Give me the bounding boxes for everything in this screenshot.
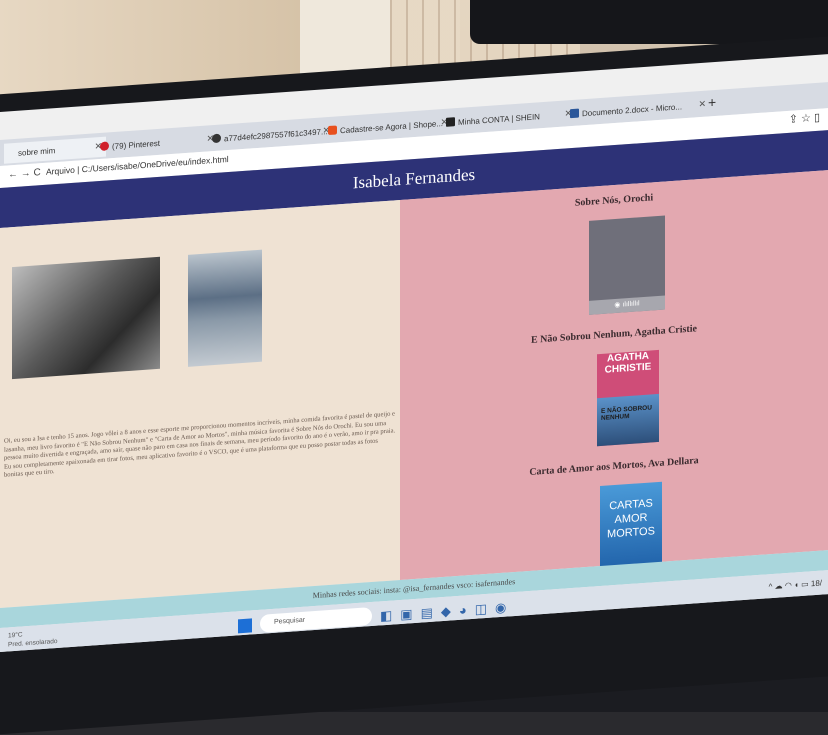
selfie-photo bbox=[12, 256, 160, 380]
tab-label: Cadastre-se Agora | Shope... bbox=[340, 118, 444, 135]
bio-text: Oi, eu sou a Isa e tenho 15 anos. Jogo v… bbox=[4, 410, 396, 480]
tab-label: (79) Pinterest bbox=[112, 138, 161, 151]
laptop-screen: sobre mim ✕ (79) Pinterest ✕ a77d4efc29875… bbox=[0, 54, 828, 653]
tab-label: a77d4efc2987557f61c3497... bbox=[224, 126, 328, 143]
cover-text: AGATHA CHRISTIE bbox=[604, 350, 652, 376]
pinterest-icon bbox=[100, 141, 109, 152]
cover-text: CARTAS AMOR MORTOS bbox=[607, 497, 655, 541]
tab-label: sobre mim bbox=[18, 145, 56, 158]
second-monitor bbox=[470, 0, 828, 44]
favorites-column: Sobre Nós, Orochi ◉ ılıllıllıl E Não Sob… bbox=[400, 170, 828, 581]
tab-label: Documento 2.docx - Micro... bbox=[582, 101, 683, 118]
book-title: E Não Sobrou Nenhum, Agatha Cristie bbox=[531, 323, 697, 346]
book-title: Carta de Amor aos Mortos, Ava Dellara bbox=[529, 455, 699, 478]
clock: 18/ bbox=[810, 578, 822, 589]
windows-start-icon[interactable] bbox=[238, 618, 252, 634]
weather-widget[interactable]: 19°C Pred. ensolarado bbox=[8, 628, 58, 649]
spotify-code-icon: ◉ ılıllıllıl bbox=[589, 295, 665, 315]
shein-icon bbox=[446, 117, 455, 127]
shopee-icon bbox=[328, 125, 337, 136]
word-icon bbox=[570, 108, 579, 119]
new-tab-button[interactable]: + bbox=[708, 94, 716, 111]
navigation-buttons[interactable]: ← → C bbox=[8, 167, 41, 180]
song-cover[interactable]: ◉ ılıllıllıl bbox=[589, 215, 665, 315]
cover-lower: E NÃO SOBROU NENHUM bbox=[597, 393, 659, 447]
page-title: Isabela Fernandes bbox=[352, 164, 476, 193]
tab-label: Minha CONTA | SHEIN bbox=[458, 111, 540, 127]
toolbar-icons[interactable]: ⇪ ☆ ▯ bbox=[789, 111, 820, 126]
web-icon bbox=[212, 133, 221, 144]
system-tray[interactable]: ^ ☁ ◠ ◖ ▭ 18/ bbox=[769, 579, 822, 592]
close-icon[interactable]: ✕ bbox=[698, 99, 706, 111]
cover-text: E NÃO SOBROU NENHUM bbox=[601, 404, 652, 422]
volleyball-photo bbox=[188, 249, 262, 367]
about-column: Oi, eu sou a Isa e tenho 15 anos. Jogo v… bbox=[0, 200, 400, 608]
tray-icons: ^ ☁ ◠ ◖ ▭ bbox=[768, 579, 811, 592]
book-cover[interactable]: AGATHA CHRISTIE E NÃO SOBROU NENHUM bbox=[597, 349, 659, 447]
